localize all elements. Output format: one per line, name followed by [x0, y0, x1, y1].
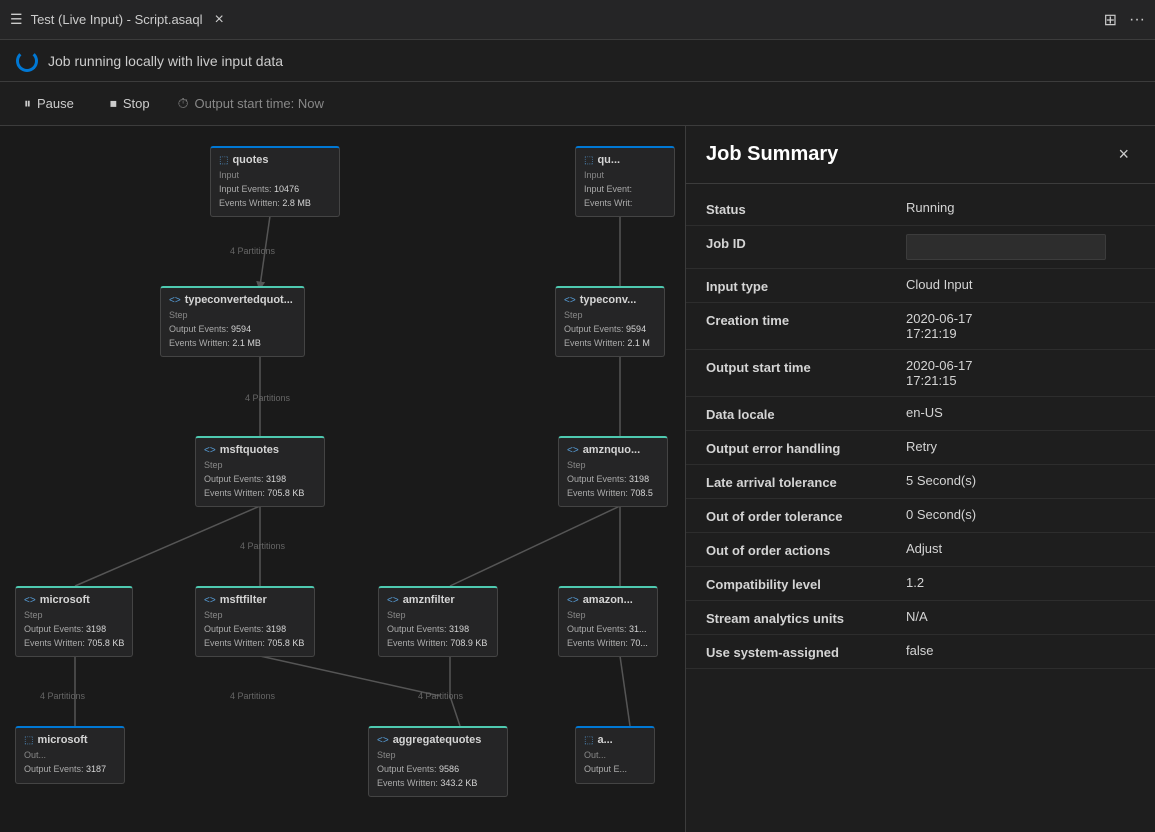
stop-label: Stop [123, 96, 150, 111]
pause-icon: ⏸ [24, 95, 31, 112]
value-compatibility-level: 1.2 [906, 575, 1135, 590]
partition-label-3: 4 Partitions [240, 541, 285, 551]
title-bar-right: ⊞ ··· [1104, 10, 1145, 30]
partition-label-6: 4 Partitions [418, 691, 463, 701]
stop-icon: ⏹ [110, 95, 117, 112]
stop-button[interactable]: ⏹ Stop [102, 91, 158, 116]
pause-button[interactable]: ⏸ Pause [16, 91, 82, 116]
node-amazon[interactable]: <> amazon... Step Output Events: 31... E… [558, 586, 658, 657]
summary-row-out-of-order-tolerance: Out of order tolerance 0 Second(s) [686, 499, 1155, 533]
summary-row-compatibility-level: Compatibility level 1.2 [686, 567, 1155, 601]
node-step-icon2: <> [564, 295, 576, 306]
title-bar: ☰ Test (Live Input) - Script.asaql × ⊞ ·… [0, 0, 1155, 40]
value-stream-analytics-units: N/A [906, 609, 1135, 624]
panel-title: Job Summary [706, 143, 838, 166]
label-data-locale: Data locale [706, 405, 906, 422]
summary-row-job-id: Job ID [686, 226, 1155, 269]
node-step-icon6: <> [204, 595, 216, 606]
node-msftfilter[interactable]: <> msftfilter Step Output Events: 3198 E… [195, 586, 315, 657]
banner-text: Job running locally with live input data [48, 53, 283, 69]
value-data-locale: en-US [906, 405, 1135, 420]
label-output-error-handling: Output error handling [706, 439, 906, 456]
label-stream-analytics-units: Stream analytics units [706, 609, 906, 626]
toolbar: ⏸ Pause ⏹ Stop ⏱ Output start time: Now [0, 82, 1155, 126]
value-use-system-assigned: false [906, 643, 1135, 658]
layout-icon[interactable]: ⊞ [1104, 10, 1117, 30]
node-step-icon4: <> [567, 445, 579, 456]
node-output-a[interactable]: ⬚ a... Out... Output E... [575, 726, 655, 784]
panel-header: Job Summary × [686, 126, 1155, 184]
label-job-id: Job ID [706, 234, 906, 251]
label-input-type: Input type [706, 277, 906, 294]
node-quotes2[interactable]: ⬚ qu... Input Input Event: Events Writ: [575, 146, 675, 217]
label-output-start-time: Output start time [706, 358, 906, 375]
output-start-time-info: ⏱ Output start time: Now [178, 95, 324, 112]
tab-title: Test (Live Input) - Script.asaql [31, 12, 203, 27]
summary-row-use-system-assigned: Use system-assigned false [686, 635, 1155, 669]
panel-close-button[interactable]: × [1112, 142, 1135, 167]
summary-row-stream-analytics-units: Stream analytics units N/A [686, 601, 1155, 635]
more-actions-icon[interactable]: ··· [1129, 11, 1145, 29]
summary-row-status: Status Running [686, 192, 1155, 226]
label-use-system-assigned: Use system-assigned [706, 643, 906, 660]
node-amznfilter[interactable]: <> amznfilter Step Output Events: 3198 E… [378, 586, 498, 657]
job-summary-panel: Job Summary × Status Running Job ID Inpu… [685, 126, 1155, 832]
label-out-of-order-actions: Out of order actions [706, 541, 906, 558]
node-aggregatequotes[interactable]: <> aggregatequotes Step Output Events: 9… [368, 726, 508, 797]
node-typeconverted2[interactable]: <> typeconv... Step Output Events: 9594 … [555, 286, 665, 357]
label-creation-time: Creation time [706, 311, 906, 328]
node-step-icon7: <> [387, 595, 399, 606]
node-output-icon1: ⬚ [24, 735, 33, 746]
value-status: Running [906, 200, 1135, 215]
summary-row-late-arrival: Late arrival tolerance 5 Second(s) [686, 465, 1155, 499]
value-output-error-handling: Retry [906, 439, 1135, 454]
main-content: ⬚ quotes Input Input Events: 10476 Event… [0, 126, 1155, 832]
node-input-icon2: ⬚ [584, 155, 593, 166]
summary-row-out-of-order-actions: Out of order actions Adjust [686, 533, 1155, 567]
partition-label-2: 4 Partitions [245, 393, 290, 403]
status-banner: Job running locally with live input data [0, 40, 1155, 82]
node-msftquotes[interactable]: <> msftquotes Step Output Events: 3198 E… [195, 436, 325, 507]
tab-close-button[interactable]: × [211, 11, 228, 29]
output-start-time-label: Output start time: Now [195, 96, 324, 111]
value-creation-time: 2020-06-1717:21:19 [906, 311, 1135, 341]
value-out-of-order-actions: Adjust [906, 541, 1135, 556]
node-step-icon3: <> [204, 445, 216, 456]
node-typeconverted1[interactable]: <> typeconvertedquot... Step Output Even… [160, 286, 305, 357]
value-output-start-time: 2020-06-1717:21:15 [906, 358, 1135, 388]
pause-label: Pause [37, 96, 74, 111]
menu-icon[interactable]: ☰ [10, 11, 23, 28]
summary-row-output-error-handling: Output error handling Retry [686, 431, 1155, 465]
partition-label-4: 4 Partitions [40, 691, 85, 701]
node-step-icon1: <> [169, 295, 181, 306]
title-bar-left: ☰ Test (Live Input) - Script.asaql × [10, 11, 228, 29]
node-output-icon2: ⬚ [584, 735, 593, 746]
node-amznquotes[interactable]: <> amznquo... Step Output Events: 3198 E… [558, 436, 668, 507]
label-compatibility-level: Compatibility level [706, 575, 906, 592]
partition-label-5: 4 Partitions [230, 691, 275, 701]
node-microsoft[interactable]: <> microsoft Step Output Events: 3198 Ev… [15, 586, 133, 657]
value-input-type: Cloud Input [906, 277, 1135, 292]
node-microsoft-out[interactable]: ⬚ microsoft Out... Output Events: 3187 [15, 726, 125, 784]
diagram-canvas[interactable]: ⬚ quotes Input Input Events: 10476 Event… [0, 126, 685, 832]
panel-body: Status Running Job ID Input type Cloud I… [686, 184, 1155, 677]
partition-label-1: 4 Partitions [230, 246, 275, 256]
value-out-of-order-tolerance: 0 Second(s) [906, 507, 1135, 522]
node-step-icon5: <> [24, 595, 36, 606]
value-job-id [906, 234, 1106, 260]
node-step-icon9: <> [377, 735, 389, 746]
label-late-arrival: Late arrival tolerance [706, 473, 906, 490]
summary-row-creation-time: Creation time 2020-06-1717:21:19 [686, 303, 1155, 350]
node-input-icon: ⬚ [219, 155, 228, 166]
clock-icon: ⏱ [178, 95, 189, 112]
value-late-arrival: 5 Second(s) [906, 473, 1135, 488]
node-quotes1[interactable]: ⬚ quotes Input Input Events: 10476 Event… [210, 146, 340, 217]
summary-row-data-locale: Data locale en-US [686, 397, 1155, 431]
label-status: Status [706, 200, 906, 217]
summary-row-output-start-time: Output start time 2020-06-1717:21:15 [686, 350, 1155, 397]
node-step-icon8: <> [567, 595, 579, 606]
loading-spinner [16, 50, 38, 72]
label-out-of-order-tolerance: Out of order tolerance [706, 507, 906, 524]
summary-row-input-type: Input type Cloud Input [686, 269, 1155, 303]
